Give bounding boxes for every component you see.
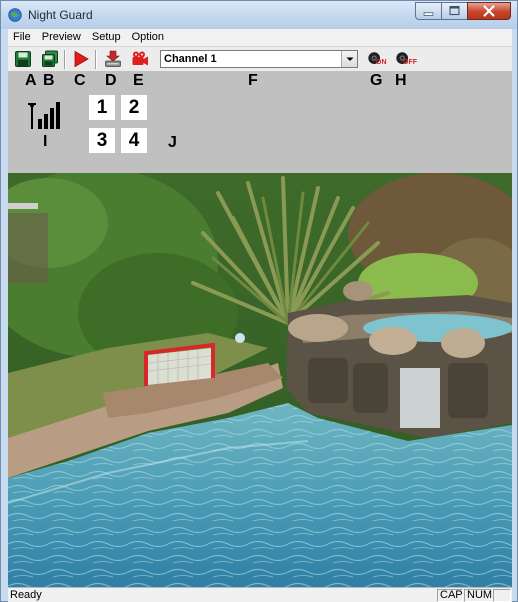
save-icon [15, 51, 31, 67]
signal-strength-icon [27, 101, 63, 129]
download-icon [105, 50, 121, 67]
alarm-off-button[interactable]: OFF [395, 50, 419, 68]
save-all-button[interactable] [41, 50, 59, 68]
menu-setup[interactable]: Setup [87, 29, 127, 46]
window-title: Night Guard [28, 8, 93, 22]
label-j: J [168, 134, 177, 151]
chevron-down-icon[interactable] [341, 51, 357, 67]
label-a: A [25, 72, 37, 89]
label-g: G [370, 72, 383, 89]
label-b: B [43, 72, 55, 89]
status-pane-empty [493, 589, 511, 602]
caps-lock-indicator: CAP [437, 589, 463, 602]
label-c: C [74, 72, 86, 89]
channel-select-value: Channel 1 [164, 53, 217, 65]
channel-select[interactable]: Channel 1 [160, 50, 358, 68]
maximize-icon [449, 6, 460, 16]
video-frame [8, 173, 512, 587]
label-e: E [133, 72, 144, 89]
download-button[interactable] [104, 50, 122, 68]
label-h: H [395, 72, 407, 89]
quad-view-4-button[interactable]: 4 [121, 128, 147, 153]
quad-view-1-button[interactable]: 1 [89, 95, 115, 120]
close-button[interactable] [467, 2, 511, 20]
label-i: I [43, 133, 48, 150]
status-text: Ready [10, 589, 42, 601]
label-f: F [248, 72, 258, 89]
play-button[interactable] [72, 50, 90, 68]
alarm-on-label: ON [376, 59, 387, 66]
alarm-on-button[interactable]: ON [367, 50, 387, 68]
camera-video-feed[interactable] [8, 173, 512, 587]
toolbar: Channel 1 ON OFF [8, 46, 512, 71]
quad-view-3-button[interactable]: 3 [89, 128, 115, 153]
menu-bar: File Preview Setup Option [8, 29, 512, 46]
record-button[interactable] [131, 50, 149, 68]
num-lock-indicator: NUM [464, 589, 492, 602]
quad-view-2-button[interactable]: 2 [121, 95, 147, 120]
maximize-button[interactable] [441, 2, 467, 20]
play-icon [74, 50, 89, 68]
save-button[interactable] [14, 50, 32, 68]
alarm-off-label: OFF [403, 59, 417, 66]
minimize-button[interactable] [415, 2, 441, 20]
video-camera-icon [132, 51, 148, 66]
label-d: D [105, 72, 117, 89]
globe-icon [8, 8, 22, 22]
control-panel: A B C D E F G H I 1 2 3 4 J [8, 71, 512, 173]
status-bar: Ready CAP NUM [8, 587, 512, 602]
save-all-icon [42, 50, 58, 67]
menu-preview[interactable]: Preview [37, 29, 87, 46]
close-icon [483, 5, 495, 17]
minimize-icon [423, 12, 434, 16]
menu-option[interactable]: Option [127, 29, 170, 46]
app-window: Night Guard File Preview Setup Option Ch… [0, 0, 518, 602]
title-bar[interactable]: Night Guard [1, 1, 517, 29]
menu-file[interactable]: File [8, 29, 37, 46]
